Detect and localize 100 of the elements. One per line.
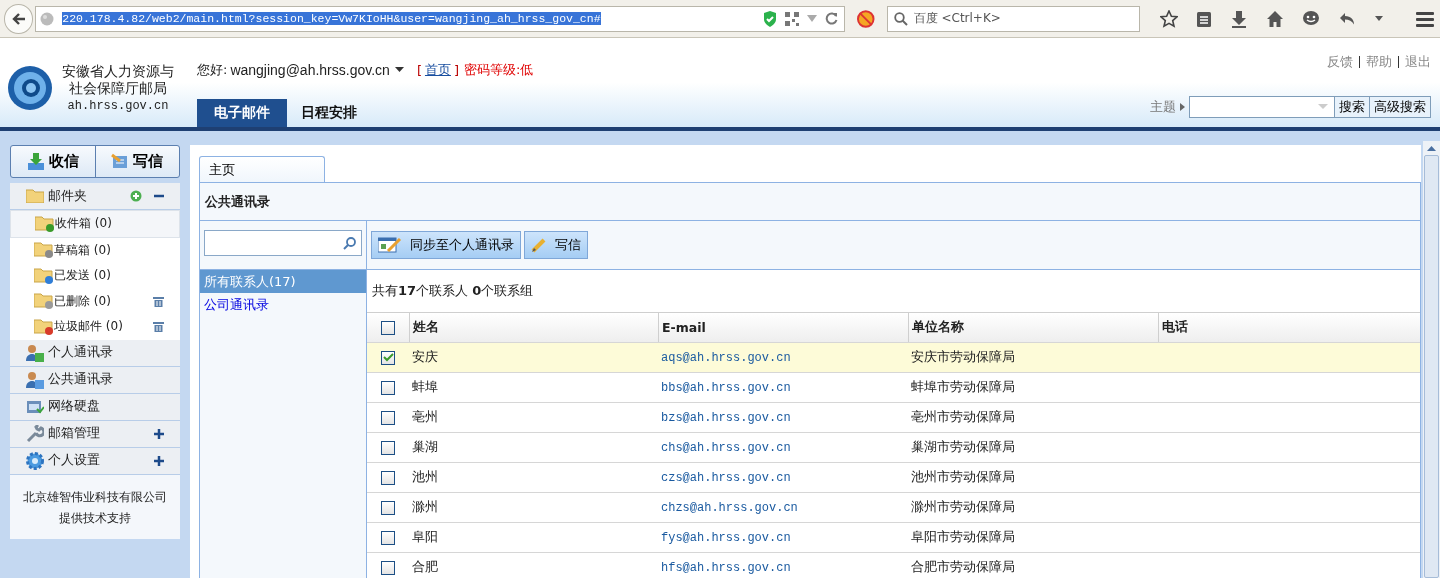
row-checkbox[interactable] [381, 440, 395, 455]
download-icon[interactable] [1230, 9, 1248, 28]
row-checkbox[interactable] [381, 410, 395, 425]
name-cell: 亳州 [412, 409, 438, 426]
gear-icon [26, 451, 44, 470]
add-icon[interactable] [130, 190, 142, 202]
folder-icon [34, 242, 54, 259]
search-button[interactable]: 搜索 [1335, 96, 1370, 118]
column-header[interactable]: 姓名 [409, 313, 658, 342]
row-checkbox[interactable] [381, 500, 395, 515]
scroll-up-icon[interactable] [1427, 145, 1436, 151]
sidebar-section[interactable]: 个人设置 [10, 447, 180, 475]
email-cell: czs@ah.hrss.gov.cn [661, 470, 791, 485]
column-header[interactable]: 电话 [1158, 313, 1420, 342]
email-cell: chzs@ah.hrss.gov.cn [661, 500, 798, 515]
search-field[interactable] [204, 230, 362, 256]
reload-icon[interactable] [825, 12, 839, 25]
user-menu[interactable]: wangjing@ah.hrss.gov.cn [230, 62, 404, 78]
row-checkbox[interactable] [381, 560, 395, 575]
unit-cell: 安庆市劳动保障局 [911, 349, 1015, 366]
header-link[interactable]: 退出 [1405, 53, 1431, 71]
caret-icon [1180, 103, 1185, 111]
email-cell: aqs@ah.hrss.gov.cn [661, 350, 791, 365]
column-header[interactable]: E-mail [658, 313, 908, 342]
row-checkbox[interactable] [381, 470, 395, 485]
select-all-checkbox[interactable] [381, 320, 395, 335]
nav-tab[interactable]: 日程安排 [287, 99, 371, 127]
name-cell: 池州 [412, 469, 438, 486]
folder-item[interactable]: 已发送 (0) [10, 263, 180, 289]
toolbar-button[interactable]: 同步至个人通讯录 [371, 231, 521, 259]
expand-icon[interactable] [154, 428, 164, 439]
dropdown-icon[interactable] [1374, 15, 1384, 22]
org-name: 安徽省人力资源与社会保障厅邮局 [61, 62, 175, 97]
star-icon[interactable] [1160, 9, 1178, 28]
search-icon[interactable] [343, 236, 356, 250]
mail-action-button[interactable]: 写信 [94, 146, 179, 177]
search-field[interactable]: 百度 <Ctrl+K> [886, 5, 1140, 32]
name-cell: 巢湖 [412, 439, 438, 456]
blocked-icon[interactable] [857, 9, 875, 28]
folder-icon [35, 215, 55, 232]
password-level-text: 密码等级:低 [464, 61, 534, 79]
folder-item[interactable]: 已删除 (0) [10, 288, 180, 314]
row-checkbox[interactable] [381, 350, 395, 365]
address-bar[interactable]: 220.178.4.82/web2/main.html?session_key=Vw7KIoHH&user=wangjing_ah_hrss_gov_cn# [35, 5, 846, 32]
name-cell: 合肥 [412, 559, 438, 576]
subject-combo[interactable] [1189, 96, 1335, 118]
contacts-icon [26, 343, 44, 362]
subject-label: 主题 [1150, 98, 1176, 116]
folder-item[interactable]: 垃圾邮件 (0) [10, 314, 180, 340]
caret-icon [394, 67, 404, 73]
sidebar-section[interactable]: 邮箱管理 [10, 420, 180, 448]
column-header[interactable]: 单位名称 [908, 313, 1158, 342]
page-tab[interactable]: 主页 [199, 156, 325, 182]
email-cell: bbs@ah.hrss.gov.cn [661, 380, 791, 395]
mail-action-button[interactable]: 收信 [11, 146, 95, 177]
email-cell: fys@ah.hrss.gov.cn [661, 530, 791, 545]
unit-cell: 池州市劳动保障局 [911, 469, 1015, 486]
clipboard-icon[interactable] [1196, 9, 1212, 28]
unit-cell: 亳州市劳动保障局 [911, 409, 1015, 426]
domain-text: ah.hrss.gov.cn [67, 98, 169, 113]
trash-icon[interactable] [153, 321, 164, 333]
sidebar-section[interactable]: 个人通讯录 [10, 339, 180, 367]
qr-code-icon[interactable] [785, 11, 800, 26]
support-text: 提供技术支持 [59, 509, 131, 527]
sidebar-section[interactable]: 公共通讯录 [10, 366, 180, 394]
folder-item[interactable]: 收件箱 (0) [10, 210, 180, 238]
unit-cell: 阜阳市劳动保障局 [911, 529, 1015, 546]
bracket-text: [ [416, 62, 422, 78]
folder-item[interactable]: 草稿箱 (0) [10, 237, 180, 263]
check-icon [382, 353, 394, 362]
greeting-text: 您好: [197, 61, 228, 79]
search-icon [893, 11, 908, 26]
header-link[interactable]: 反馈 [1327, 53, 1353, 71]
row-checkbox[interactable] [381, 530, 395, 545]
nav-tab[interactable]: 电子邮件 [197, 99, 287, 127]
sidebar-section[interactable]: 网络硬盘 [10, 393, 180, 421]
sidebar-section[interactable]: 邮件夹 [10, 183, 180, 210]
email-cell: hfs@ah.hrss.gov.cn [661, 560, 791, 575]
menu-icon[interactable] [1416, 10, 1434, 27]
logo-icon [6, 63, 54, 112]
unit-cell: 蚌埠市劳动保障局 [911, 379, 1015, 396]
home-link[interactable]: 首页 [424, 61, 451, 79]
home-icon[interactable] [1266, 9, 1284, 28]
toolbar-button[interactable]: 写信 [524, 231, 588, 259]
header-link[interactable]: 帮助 [1366, 53, 1392, 71]
shield-icon[interactable] [763, 10, 778, 27]
folder-icon [34, 267, 54, 284]
row-checkbox[interactable] [381, 380, 395, 395]
panel-title: 公共通讯录 [205, 192, 270, 211]
unit-cell: 巢湖市劳动保障局 [911, 439, 1015, 456]
name-cell: 滁州 [412, 499, 438, 516]
back-button[interactable] [4, 3, 34, 34]
trash-icon[interactable] [153, 295, 164, 307]
caret-icon [1318, 104, 1328, 110]
contacts-icon [26, 370, 44, 389]
expand-icon[interactable] [154, 455, 164, 466]
support-text: 北京雄智伟业科技有限公司 [23, 488, 167, 506]
contact-group[interactable]: 公司通讯录 [200, 293, 366, 316]
search-button[interactable]: 高级搜索 [1370, 96, 1431, 118]
chat-icon[interactable] [1302, 9, 1320, 28]
